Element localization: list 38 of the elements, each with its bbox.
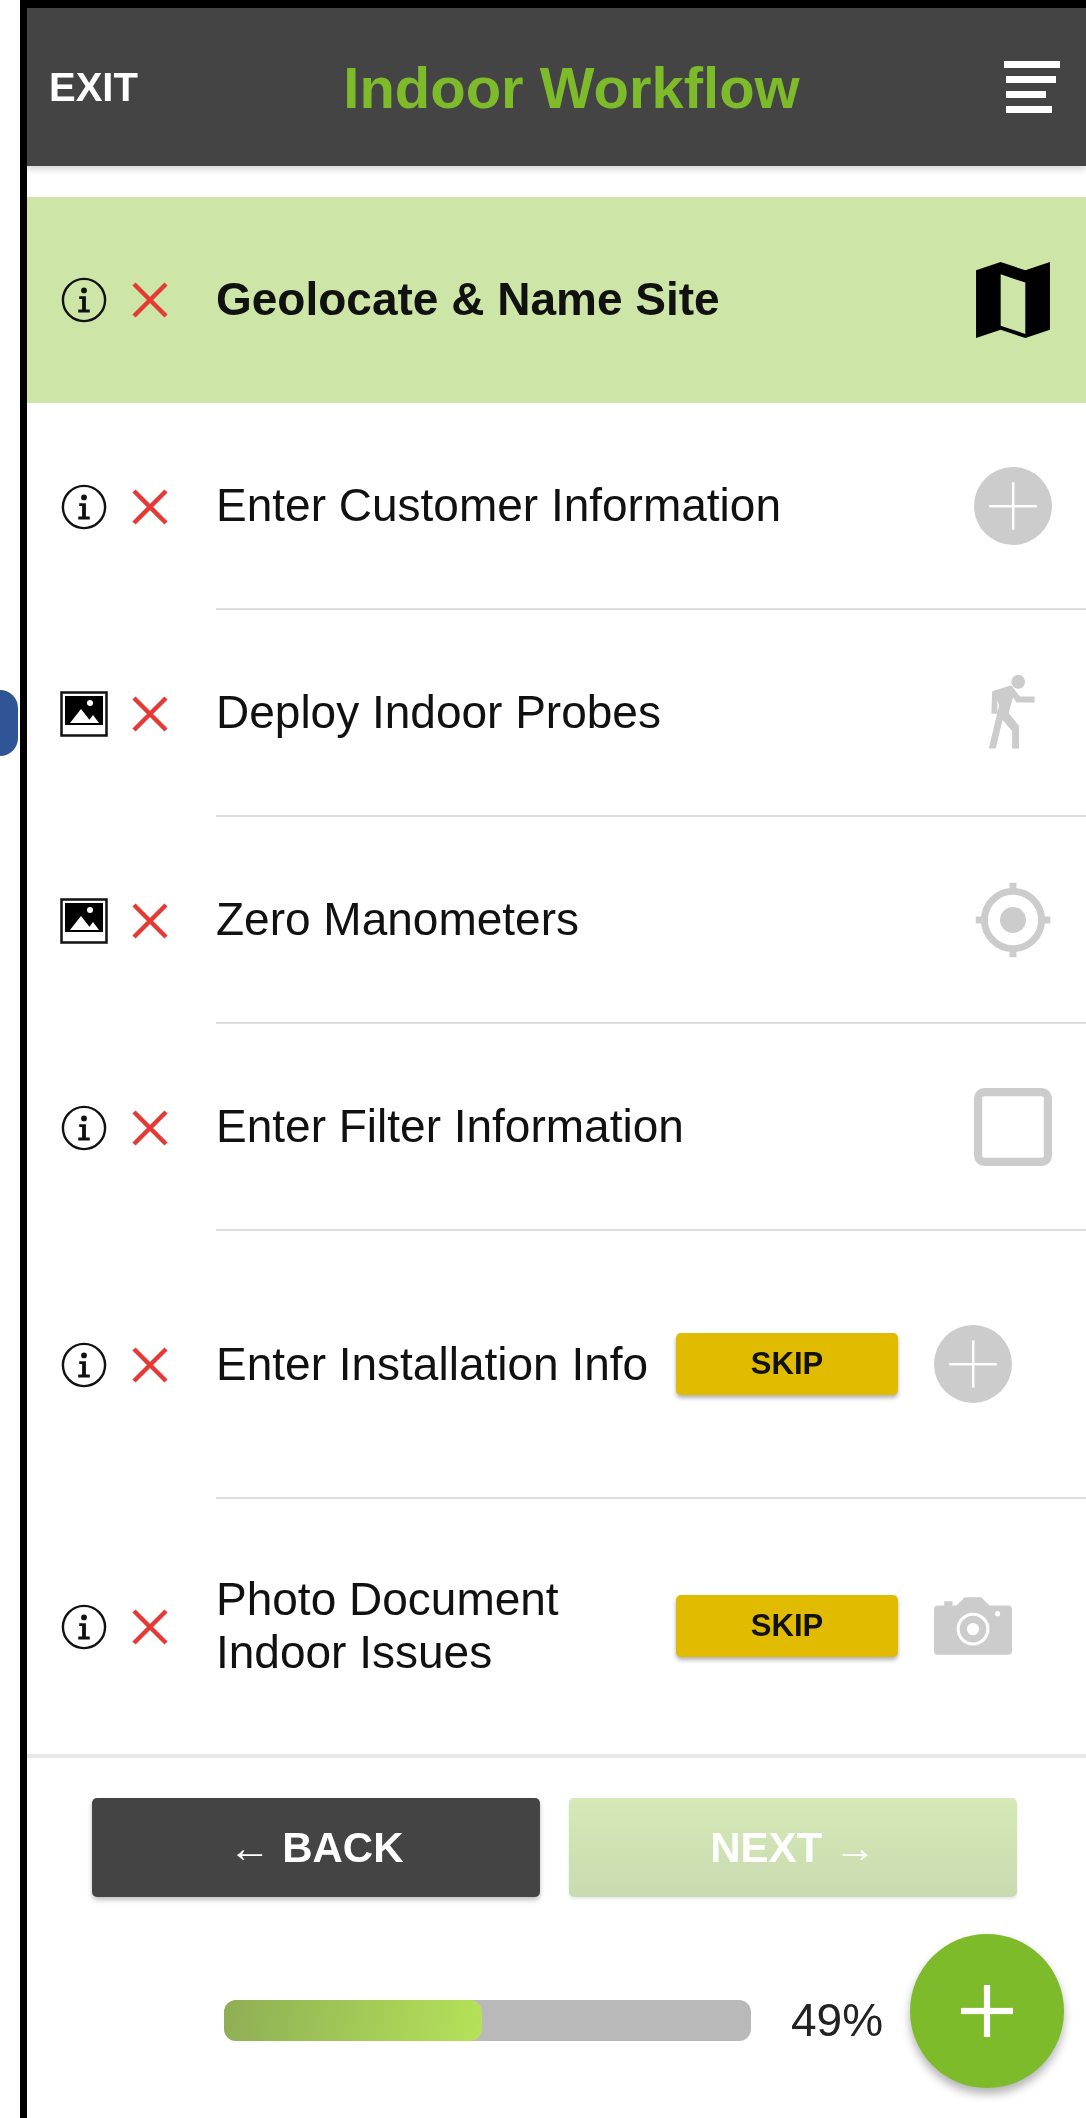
side-handle[interactable]	[0, 690, 18, 756]
step-row-highlighted[interactable]: Geolocate & Name Site	[27, 197, 1086, 403]
info-icon[interactable]	[60, 1342, 108, 1388]
info-icon[interactable]	[60, 1603, 108, 1650]
delete-icon[interactable]	[130, 280, 170, 320]
info-icon[interactable]	[60, 1104, 108, 1151]
delete-icon[interactable]	[130, 1606, 170, 1647]
menu-icon[interactable]	[1004, 61, 1060, 113]
step-row[interactable]: Zero Manometers	[27, 817, 1086, 1024]
skip-button[interactable]: SKIP	[676, 1333, 898, 1395]
step-label: Enter Customer Information	[216, 479, 782, 532]
plus-icon	[961, 1985, 1013, 2037]
delete-icon[interactable]	[130, 486, 170, 527]
image-icon[interactable]	[60, 690, 108, 737]
step-label: Deploy Indoor Probes	[216, 686, 662, 739]
step-label: Geolocate & Name Site	[216, 272, 721, 326]
map-icon[interactable]	[974, 260, 1052, 338]
step-label: Photo Document Indoor Issues	[216, 1572, 560, 1679]
info-icon[interactable]	[60, 277, 108, 323]
step-row[interactable]: Enter Installation Info SKIP	[27, 1231, 1086, 1499]
step-row[interactable]: Enter Filter Information	[27, 1024, 1086, 1231]
step-row[interactable]: Deploy Indoor Probes	[27, 610, 1086, 817]
step-row[interactable]: Photo Document Indoor Issues SKIP	[27, 1499, 1086, 1754]
delete-icon[interactable]	[130, 693, 170, 734]
step-row[interactable]: Enter Customer Information	[27, 403, 1086, 610]
step-label: Enter Installation Info	[216, 1337, 650, 1391]
delete-icon[interactable]	[130, 900, 170, 941]
screen-title: Indoor Workflow	[342, 53, 801, 121]
delete-icon[interactable]	[130, 1345, 170, 1385]
step-label: Zero Manometers	[216, 893, 580, 946]
skip-button[interactable]: SKIP	[676, 1594, 898, 1657]
image-icon[interactable]	[60, 897, 108, 944]
info-icon[interactable]	[60, 483, 108, 530]
delete-icon[interactable]	[130, 1107, 170, 1148]
back-button[interactable]: ← BACK	[92, 1798, 540, 1897]
exit-button[interactable]: EXIT	[49, 64, 199, 110]
progress-percent: 49%	[791, 1993, 884, 2047]
step-label: Enter Filter Information	[216, 1100, 685, 1153]
